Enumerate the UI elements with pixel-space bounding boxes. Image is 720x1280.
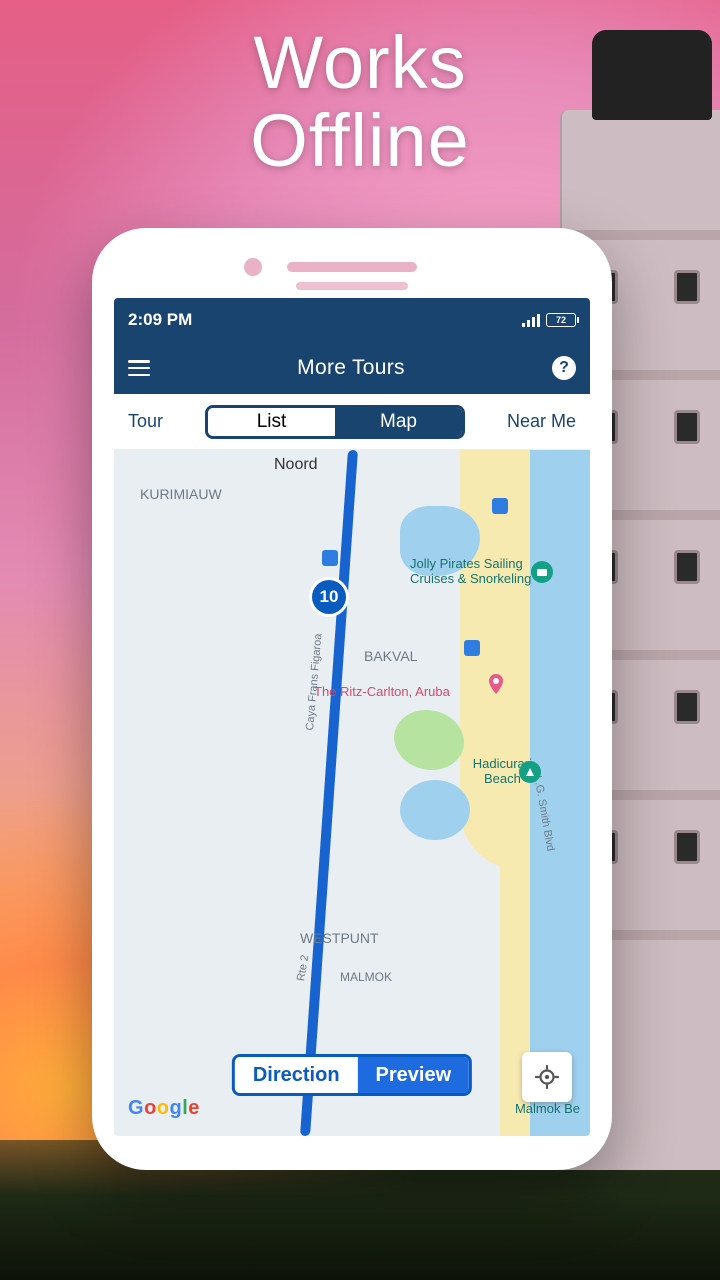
preview-button[interactable]: Preview	[358, 1057, 470, 1093]
map-view[interactable]: 10 Noord KURIMIAUW BAKVAL WESTPUNT MALMO…	[114, 450, 590, 1136]
locate-me-button[interactable]	[522, 1052, 572, 1102]
segment-list[interactable]: List	[208, 408, 335, 436]
map-poi-ritz: The Ritz-Carlton, Aruba	[314, 684, 450, 699]
beach-pin-icon[interactable]	[518, 760, 542, 784]
promo-headline: Works Offline	[0, 24, 720, 179]
nearme-filter-link[interactable]: Near Me	[507, 411, 576, 432]
app-header: More Tours ?	[114, 342, 590, 394]
phone-screen: 2:09 PM 72 More Tours ? Tour List Map	[114, 298, 590, 1136]
tour-filter-link[interactable]: Tour	[128, 411, 163, 432]
help-button[interactable]: ?	[552, 356, 576, 380]
google-attribution: Google	[128, 1097, 200, 1120]
phone-camera-dot	[244, 258, 262, 276]
map-label-westpunt: WESTPUNT	[300, 930, 379, 946]
view-segmented-control: List Map	[205, 405, 465, 439]
status-bar: 2:09 PM 72	[114, 298, 590, 342]
battery-icon: 72	[546, 313, 576, 327]
bus-stop-icon	[492, 498, 508, 514]
direction-button[interactable]: Direction	[235, 1057, 358, 1093]
map-label-bakval: BAKVAL	[364, 648, 417, 664]
map-poi-jolly: Jolly Pirates Sailing Cruises & Snorkeli…	[410, 556, 531, 586]
hotel-pin-icon[interactable]	[484, 672, 508, 696]
page-title: More Tours	[297, 356, 405, 380]
direction-preview-toggle: Direction Preview	[232, 1054, 472, 1096]
map-label-kurimiauw: KURIMIAUW	[140, 486, 222, 502]
filter-row: Tour List Map Near Me	[114, 394, 590, 450]
map-lake2	[400, 780, 470, 840]
signal-icon	[522, 313, 540, 327]
phone-speaker-2	[296, 282, 408, 290]
battery-level: 72	[556, 315, 566, 325]
menu-button[interactable]	[128, 360, 150, 376]
crosshair-icon	[534, 1064, 560, 1090]
route-stop-marker[interactable]: 10	[312, 580, 346, 614]
map-label-noord: Noord	[274, 456, 318, 474]
phone-speaker	[287, 262, 417, 272]
phone-mockup: 2:09 PM 72 More Tours ? Tour List Map	[92, 228, 612, 1170]
map-poi-malmokbe: Malmok Be	[515, 1101, 580, 1116]
bus-stop-icon	[322, 550, 338, 566]
headline-line2: Offline	[0, 102, 720, 180]
map-label-malmok: MALMOK	[340, 970, 392, 984]
bus-stop-icon	[464, 640, 480, 656]
segment-map[interactable]: Map	[335, 408, 462, 436]
headline-line1: Works	[0, 24, 720, 102]
status-time: 2:09 PM	[128, 310, 192, 330]
status-icons: 72	[522, 313, 576, 327]
camera-pin-icon[interactable]	[530, 560, 554, 584]
